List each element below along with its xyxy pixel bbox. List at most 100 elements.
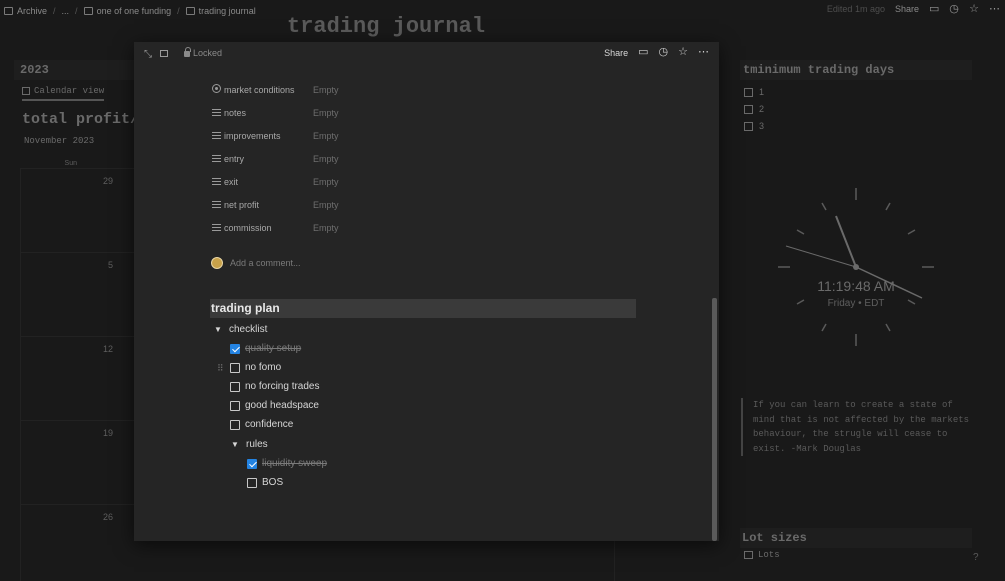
property-value[interactable]: Empty — [313, 223, 339, 233]
more-icon[interactable]: ⋯ — [698, 47, 709, 58]
checkbox-icon[interactable] — [230, 381, 240, 392]
lot-sizes-link[interactable]: Lots — [744, 550, 780, 560]
min-day-item[interactable]: 1 — [744, 87, 972, 97]
property-value[interactable]: Empty — [313, 108, 339, 118]
todo-item[interactable]: no fomo — [230, 362, 281, 373]
comment-icon[interactable]: ▭ — [638, 47, 648, 58]
comments-icon[interactable]: ▭ — [929, 4, 939, 15]
text-icon — [212, 131, 221, 139]
comment-input[interactable]: Add a comment... — [230, 258, 301, 268]
property-row[interactable]: notes Empty — [212, 101, 339, 124]
todo-item[interactable]: confidence — [230, 419, 293, 430]
todo-item[interactable]: good headspace — [230, 400, 319, 411]
property-value[interactable]: Empty — [313, 154, 339, 164]
page-peek-modal: ⤡ Locked Share ▭ ◷ ☆ ⋯ market conditions… — [134, 42, 719, 541]
property-row[interactable]: improvements Empty — [212, 124, 339, 147]
checklist-toggle[interactable]: ▼ checklist — [214, 324, 267, 335]
drag-handle-icon[interactable]: ⠿ — [217, 363, 224, 374]
database-icon — [83, 7, 93, 15]
expand-icon[interactable]: ⤡ — [144, 49, 152, 60]
checkbox-icon[interactable] — [230, 362, 240, 373]
checkbox-icon[interactable] — [744, 121, 753, 131]
favorite-icon[interactable]: ☆ — [969, 4, 979, 15]
property-name: entry — [224, 153, 245, 164]
calendar-date: 19 — [102, 428, 113, 438]
clock-face-icon — [778, 188, 934, 346]
calendar-date: 5 — [107, 260, 113, 270]
checkbox-icon[interactable] — [230, 419, 240, 430]
todo-item[interactable]: no forcing trades — [230, 381, 320, 392]
lock-status[interactable]: Locked — [184, 47, 222, 58]
todo-item[interactable]: quality setup — [230, 343, 301, 354]
avatar — [211, 257, 223, 269]
breadcrumb-funding[interactable]: one of one funding — [80, 6, 176, 16]
lock-icon — [184, 47, 191, 57]
property-row[interactable]: commission Empty — [212, 216, 339, 239]
select-icon — [212, 84, 221, 93]
checkbox-checked-icon[interactable] — [230, 343, 240, 354]
quote-block: If you can learn to create a state of mi… — [741, 398, 971, 456]
help-button[interactable]: ? — [973, 552, 979, 563]
page-title: trading journal — [287, 14, 486, 39]
breadcrumb-archive[interactable]: Archive — [0, 6, 51, 16]
toggle-open-icon[interactable]: ▼ — [231, 440, 241, 449]
property-row[interactable]: exit Empty — [212, 170, 339, 193]
property-row[interactable]: net profit Empty — [212, 193, 339, 216]
open-as-page-icon[interactable] — [160, 50, 168, 57]
database-icon — [744, 551, 753, 559]
property-row[interactable]: market conditions Empty — [212, 78, 339, 101]
top-actions: Edited 1m ago Share ▭ ◷ ☆ ⋯ — [826, 4, 1000, 15]
add-comment-row[interactable]: Add a comment... — [211, 257, 301, 269]
breadcrumb-journal[interactable]: trading journal — [182, 6, 260, 16]
history-icon[interactable]: ◷ — [949, 4, 959, 15]
checkbox-icon[interactable] — [230, 400, 240, 411]
property-value[interactable]: Empty — [313, 200, 339, 210]
more-icon[interactable]: ⋯ — [989, 4, 1000, 15]
page-icon — [4, 7, 13, 15]
property-value[interactable]: Empty — [313, 85, 339, 95]
top-share-button[interactable]: Share — [895, 4, 919, 14]
checkbox-icon[interactable] — [744, 104, 753, 114]
right-column: tminimum trading days 1 2 3 — [740, 60, 972, 131]
clock-widget: 11:19:48 AM Friday • EDT — [772, 188, 942, 348]
calendar-grid: Sun 29 5 12 19 26 — [20, 160, 136, 581]
property-value[interactable]: Empty — [313, 131, 339, 141]
min-days-header: tminimum trading days — [740, 60, 972, 80]
favorite-icon[interactable]: ☆ — [678, 47, 688, 58]
property-value[interactable]: Empty — [313, 177, 339, 187]
edited-status: Edited 1m ago — [826, 4, 885, 14]
property-name: exit — [224, 176, 239, 187]
property-name: commission — [224, 222, 272, 233]
property-name: net profit — [224, 199, 260, 210]
todo-item[interactable]: BOS — [247, 477, 283, 488]
properties-list: market conditions Empty notes Empty impr… — [212, 78, 339, 239]
clock-time: 11:19:48 AM — [817, 278, 895, 294]
property-name: market conditions — [224, 84, 295, 95]
min-day-item[interactable]: 3 — [744, 121, 972, 131]
history-icon[interactable]: ◷ — [659, 47, 669, 58]
text-icon — [212, 108, 221, 116]
checkbox-icon[interactable] — [247, 477, 257, 488]
property-row[interactable]: entry Empty — [212, 147, 339, 170]
toggle-open-icon[interactable]: ▼ — [214, 325, 224, 334]
calendar-view-tab[interactable]: Calendar view — [22, 86, 105, 101]
checkbox-checked-icon[interactable] — [247, 458, 257, 469]
trading-plan-heading: trading plan — [210, 299, 636, 318]
app-window: Archive / ... / one of one funding / tra… — [0, 0, 1005, 581]
modal-scrollbar[interactable] — [712, 298, 717, 541]
lot-sizes-header: Lot sizes — [740, 528, 972, 548]
database-icon — [185, 7, 195, 15]
checkbox-icon[interactable] — [744, 87, 753, 97]
min-day-item[interactable]: 2 — [744, 104, 972, 114]
todo-item[interactable]: liquidity sweep — [247, 458, 327, 469]
modal-share-button[interactable]: Share — [604, 48, 628, 58]
property-name: improvements — [224, 130, 281, 141]
breadcrumb-ellipsis[interactable]: ... — [58, 6, 74, 16]
text-icon — [212, 223, 221, 231]
calendar-icon — [22, 87, 30, 95]
modal-toolbar: ⤡ Locked Share ▭ ◷ ☆ ⋯ — [134, 42, 719, 66]
top-bar: Archive / ... / one of one funding / tra… — [0, 0, 1005, 22]
rules-toggle[interactable]: ▼ rules — [231, 439, 268, 450]
modal-actions: Share ▭ ◷ ☆ ⋯ — [604, 47, 709, 58]
property-name: notes — [224, 107, 247, 118]
